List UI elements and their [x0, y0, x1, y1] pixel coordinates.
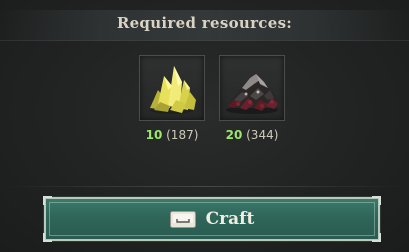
coal-ore-pile-icon [224, 74, 282, 114]
resource-slot-frame [139, 55, 205, 121]
required-resources-title: Required resources: [116, 14, 293, 32]
owned-amount: (187) [166, 128, 199, 142]
required-amount: 20 [225, 128, 243, 142]
craft-button[interactable]: Craft [43, 196, 381, 242]
resource-count: 20 (344) [219, 128, 285, 142]
resource-count: 10 (187) [139, 128, 205, 142]
resource-slots: 10 (187) 20 (344) [139, 55, 287, 150]
owned-amount: (344) [246, 128, 279, 142]
resource-slot-sulfur[interactable]: 10 (187) [139, 55, 205, 142]
divider [0, 186, 409, 187]
resource-slot-frame [219, 55, 285, 121]
craft-button-content: Craft [46, 199, 378, 239]
resource-slot-coal[interactable]: 20 (344) [219, 55, 285, 142]
sulfur-crystal-icon [150, 66, 196, 114]
crafting-panel: Required resources: 10 (187) 20 (344) Cr… [0, 0, 409, 252]
required-amount: 10 [145, 128, 163, 142]
craft-button-label: Craft [205, 209, 255, 229]
spacebar-key-icon [169, 210, 196, 228]
